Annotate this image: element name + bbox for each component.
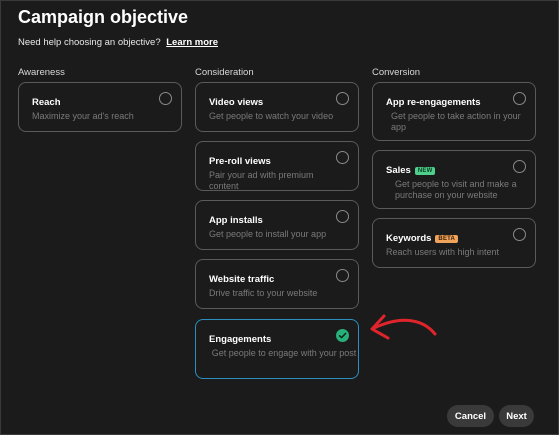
card-description: Get people to visit and make a purchase … — [395, 179, 517, 200]
objective-card-reach[interactable]: Reach Maximize your ad's reach — [18, 82, 182, 132]
beta-badge: BETA — [435, 234, 459, 243]
radio-icon[interactable] — [513, 160, 526, 173]
card-title: Keywords BETA — [386, 233, 459, 244]
card-description: Get people to watch your video — [209, 111, 334, 121]
card-description: Pair your ad with premium content — [209, 170, 314, 191]
radio-icon[interactable] — [336, 151, 349, 164]
card-description: Get people to engage with your post — [211, 348, 357, 358]
help-line: Need help choosing an objective? Learn m… — [18, 37, 218, 48]
learn-more-link[interactable]: Learn more — [166, 37, 218, 48]
card-description: Maximize your ad's reach — [32, 111, 134, 121]
radio-icon[interactable] — [513, 228, 526, 241]
help-text: Need help choosing an objective? — [18, 37, 161, 48]
card-description: Reach users with high intent — [386, 247, 500, 257]
card-title: Engagements — [209, 334, 272, 345]
card-title: Website traffic — [209, 274, 275, 285]
next-button[interactable]: Next — [499, 405, 534, 427]
card-title-text: Keywords — [386, 233, 432, 244]
objective-card-keywords[interactable]: Keywords BETA Reach users with high inte… — [372, 218, 536, 268]
cancel-button[interactable]: Cancel — [447, 405, 494, 427]
radio-icon[interactable] — [513, 92, 526, 105]
red-arrow-icon — [370, 314, 437, 340]
card-description: Get people to take action in your app — [391, 111, 521, 132]
radio-icon[interactable] — [336, 92, 349, 105]
card-title-text: Sales — [386, 165, 411, 176]
objective-card-video-views[interactable]: Video views Get people to watch your vid… — [195, 82, 359, 132]
objective-card-sales[interactable]: Sales NEW Get people to visit and make a… — [372, 150, 536, 209]
radio-icon[interactable] — [336, 210, 349, 223]
card-title: Sales NEW — [386, 165, 436, 176]
new-badge: NEW — [414, 166, 436, 175]
column-heading-consideration: Consideration — [195, 67, 254, 78]
objective-card-engagements[interactable]: Engagements Get people to engage with yo… — [195, 319, 359, 379]
objective-card-app-installs[interactable]: App installs Get people to install your … — [195, 200, 359, 250]
radio-icon[interactable] — [159, 92, 172, 105]
column-heading-awareness: Awareness — [18, 67, 65, 78]
page-title: Campaign objective — [18, 7, 189, 27]
objective-card-app-re-engagements[interactable]: App re-engagements Get people to take ac… — [372, 82, 536, 141]
objective-card-website-traffic[interactable]: Website traffic Drive traffic to your we… — [195, 259, 359, 309]
check-circle-icon[interactable] — [336, 329, 349, 342]
column-heading-conversion: Conversion — [372, 67, 421, 78]
card-description: Get people to install your app — [209, 229, 327, 239]
objective-card-pre-roll-views[interactable]: Pre-roll views Pair your ad with premium… — [195, 141, 359, 191]
card-title: Reach — [32, 97, 61, 108]
radio-icon[interactable] — [336, 269, 349, 282]
card-title: App installs — [209, 215, 263, 226]
card-title: Pre-roll views — [209, 156, 271, 167]
card-title: App re-engagements — [386, 97, 481, 108]
card-description: Drive traffic to your website — [209, 288, 318, 298]
card-title: Video views — [209, 97, 264, 108]
